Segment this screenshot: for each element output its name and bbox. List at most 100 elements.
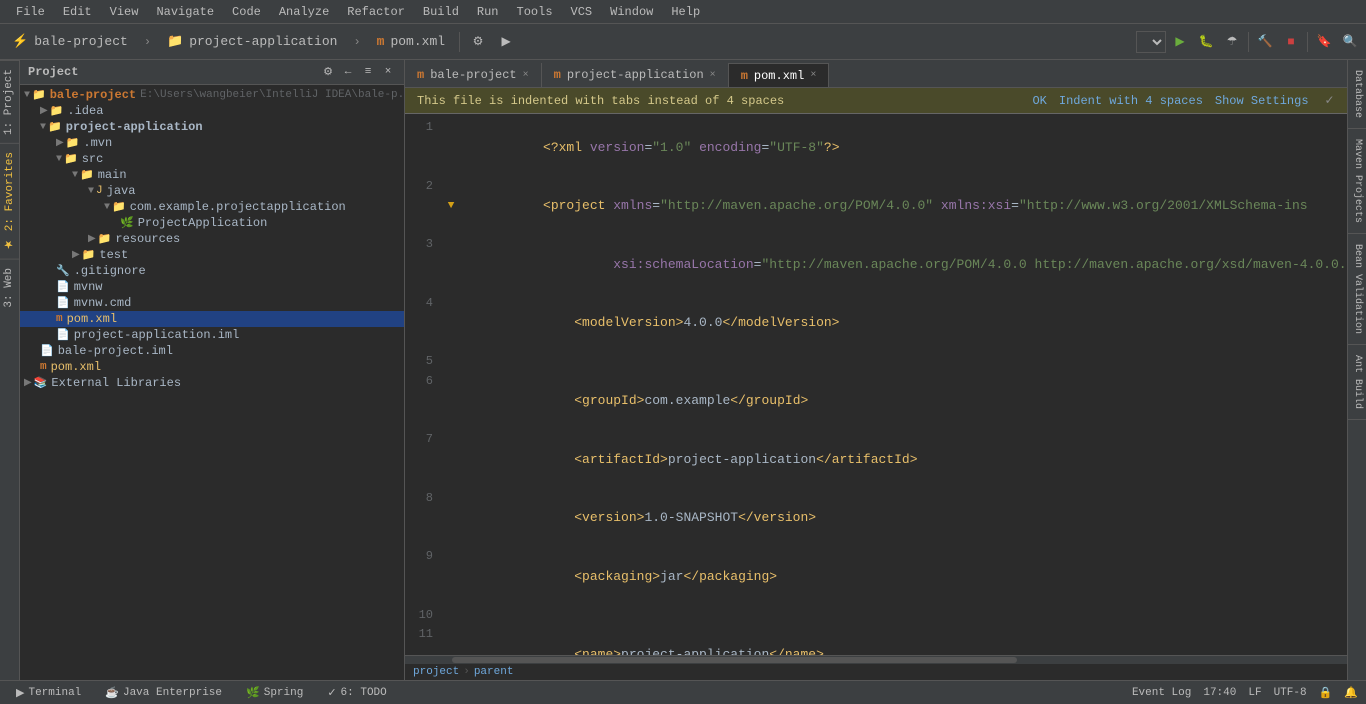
menu-build[interactable]: Build — [415, 3, 467, 21]
tree-mvnw-cmd[interactable]: 📄 mvnw.cmd — [20, 295, 404, 311]
notif-indent-button[interactable]: Indent with 4 spaces — [1059, 94, 1203, 108]
panel-collapse-icon[interactable]: ← — [340, 64, 356, 80]
run-button[interactable]: ▶ — [1168, 30, 1192, 54]
code-editor[interactable]: 1 <?xml version="1.0" encoding="UTF-8"?>… — [405, 114, 1347, 655]
menu-refactor[interactable]: Refactor — [339, 3, 413, 21]
tab-web[interactable]: 3: Web — [0, 259, 19, 316]
spring-status-icon: 🌿 — [246, 686, 260, 700]
run-project-icon[interactable]: ▶ — [494, 30, 518, 54]
tab-project-application[interactable]: m project-application × — [542, 63, 729, 87]
tree-root[interactable]: ▼ 📁 bale-project E:\Users\wangbeier\Inte… — [20, 87, 404, 103]
tab-bale-label: bale-project — [430, 68, 516, 82]
notification-icon[interactable]: 🔔 — [1344, 686, 1358, 700]
menu-edit[interactable]: Edit — [55, 3, 100, 21]
toolbar-divider1 — [459, 32, 460, 52]
panel-settings-icon[interactable]: ⚙ — [320, 64, 336, 80]
xsi-attr: xsi:schemaLocation — [613, 257, 753, 272]
bookmark-icon[interactable]: 🔖 — [1312, 30, 1336, 54]
xmlnsxsi-attr: xmlns:xsi — [933, 198, 1011, 213]
tab-project[interactable]: 1: Project — [0, 60, 19, 143]
tree-resources[interactable]: ▶ 📁 resources — [20, 231, 404, 247]
line-gutter-11 — [441, 625, 461, 655]
tab-favorites[interactable]: ★ 2: Favorites — [0, 143, 19, 259]
run-config-select[interactable] — [1136, 31, 1166, 53]
breadcrumb-project[interactable]: project — [413, 666, 459, 678]
toolbar-project-app: 📁 project-application — [159, 30, 345, 53]
line-content-1: <?xml version="1.0" encoding="UTF-8"?> — [461, 118, 1347, 177]
horizontal-scrollbar[interactable] — [405, 655, 1347, 663]
tab-bale-project[interactable]: m bale-project × — [405, 63, 542, 87]
menu-code[interactable]: Code — [224, 3, 269, 21]
menu-bar: File Edit View Navigate Code Analyze Ref… — [0, 0, 1366, 24]
menu-analyze[interactable]: Analyze — [271, 3, 337, 21]
tree-src[interactable]: ▼ 📁 src — [20, 151, 404, 167]
stop-button[interactable]: ■ — [1279, 30, 1303, 54]
event-log-label[interactable]: Event Log — [1132, 687, 1191, 699]
status-spring[interactable]: 🌿 Spring — [238, 684, 311, 702]
line-gutter-4 — [441, 294, 461, 353]
tab-pom-icon: m — [741, 69, 748, 83]
notif-show-settings-button[interactable]: Show Settings — [1215, 94, 1309, 108]
code-line-2: 2 ▼ <project xmlns="http://maven.apache.… — [405, 177, 1347, 236]
status-terminal[interactable]: ▶ Terminal — [8, 684, 89, 702]
tree-bale-iml[interactable]: 📄 bale-project.iml — [20, 343, 404, 359]
tab-ant-build[interactable]: Ant Build — [1348, 345, 1366, 420]
tab-pom-xml[interactable]: m pom.xml × — [729, 63, 830, 87]
tab-pom-close[interactable]: × — [810, 70, 816, 81]
menu-navigate[interactable]: Navigate — [148, 3, 222, 21]
panel-gear-icon[interactable]: ≡ — [360, 64, 376, 80]
menu-file[interactable]: File — [8, 3, 53, 21]
menu-tools[interactable]: Tools — [509, 3, 561, 21]
code-line-1: 1 <?xml version="1.0" encoding="UTF-8"?> — [405, 118, 1347, 177]
menu-vcs[interactable]: VCS — [563, 3, 601, 21]
menu-help[interactable]: Help — [663, 3, 708, 21]
xmlnsxsi-val: "http://www.w3.org/2001/XMLSchema-ins — [1019, 198, 1308, 213]
menu-view[interactable]: View — [102, 3, 147, 21]
tree-com-example[interactable]: ▼ 📁 com.example.projectapplication — [20, 199, 404, 215]
line-num-9: 9 — [405, 547, 441, 606]
status-todo[interactable]: ✓ 6: TODO — [319, 684, 394, 702]
settings-icon[interactable]: ⚙ — [466, 30, 490, 54]
tab-bale-close[interactable]: × — [523, 70, 529, 81]
tab-bale-icon: m — [417, 68, 424, 82]
code-line-5: 5 — [405, 352, 1347, 372]
tree-idea[interactable]: ▶ 📁 .idea — [20, 103, 404, 119]
tab-bean-validation[interactable]: Bean Validation — [1348, 234, 1366, 345]
tree-gitignore[interactable]: 🔧 .gitignore — [20, 263, 404, 279]
pom-icon: m — [377, 34, 385, 49]
tree-external-libs[interactable]: ▶ 📚 External Libraries — [20, 375, 404, 391]
tree-test[interactable]: ▶ 📁 test — [20, 247, 404, 263]
bale-icon: ⚡ — [12, 34, 28, 49]
tree-main[interactable]: ▼ 📁 main — [20, 167, 404, 183]
tree-root-pom[interactable]: m pom.xml — [20, 359, 404, 375]
line-content-8: <version>1.0-SNAPSHOT</version> — [461, 489, 1347, 548]
status-encoding[interactable]: UTF-8 — [1274, 687, 1307, 699]
tree-pom-xml-selected[interactable]: m pom.xml — [20, 311, 404, 327]
tab-maven[interactable]: Maven Projects — [1348, 129, 1366, 234]
coverage-button[interactable]: ☂ — [1220, 30, 1244, 54]
tab-proj-close[interactable]: × — [710, 70, 716, 81]
notif-ok-button[interactable]: OK — [1032, 94, 1046, 108]
tree-mvnw[interactable]: 📄 mvnw — [20, 279, 404, 295]
menu-run[interactable]: Run — [469, 3, 507, 21]
breadcrumb-parent[interactable]: parent — [474, 666, 514, 678]
tree-java[interactable]: ▼ J java — [20, 183, 404, 199]
toolbar-sep2: › — [349, 35, 364, 49]
build-button[interactable]: 🔨 — [1253, 30, 1277, 54]
menu-window[interactable]: Window — [602, 3, 661, 21]
panel-toolbar: ⚙ ← ≡ × — [320, 64, 396, 80]
status-line-ending[interactable]: LF — [1248, 687, 1261, 699]
tab-database[interactable]: Database — [1348, 60, 1366, 129]
tree-project-application[interactable]: ▼ 📁 project-application — [20, 119, 404, 135]
debug-button[interactable]: 🐛 — [1194, 30, 1218, 54]
tree-mvn[interactable]: ▶ 📁 .mvn — [20, 135, 404, 151]
notif-close-icon[interactable]: ✓ — [1325, 93, 1335, 108]
search-everywhere-icon[interactable]: 🔍 — [1338, 30, 1362, 54]
tree-project-app-class[interactable]: 🌿 ProjectApplication — [20, 215, 404, 231]
tree-app-iml[interactable]: 📄 project-application.iml — [20, 327, 404, 343]
line-content-7: <artifactId>project-application</artifac… — [461, 430, 1347, 489]
code-line-11: 11 <name>project-application</name> — [405, 625, 1347, 655]
tab-pom-label: pom.xml — [754, 69, 804, 83]
status-java-enterprise[interactable]: ☕ Java Enterprise — [97, 684, 230, 702]
panel-close-icon[interactable]: × — [380, 64, 396, 80]
